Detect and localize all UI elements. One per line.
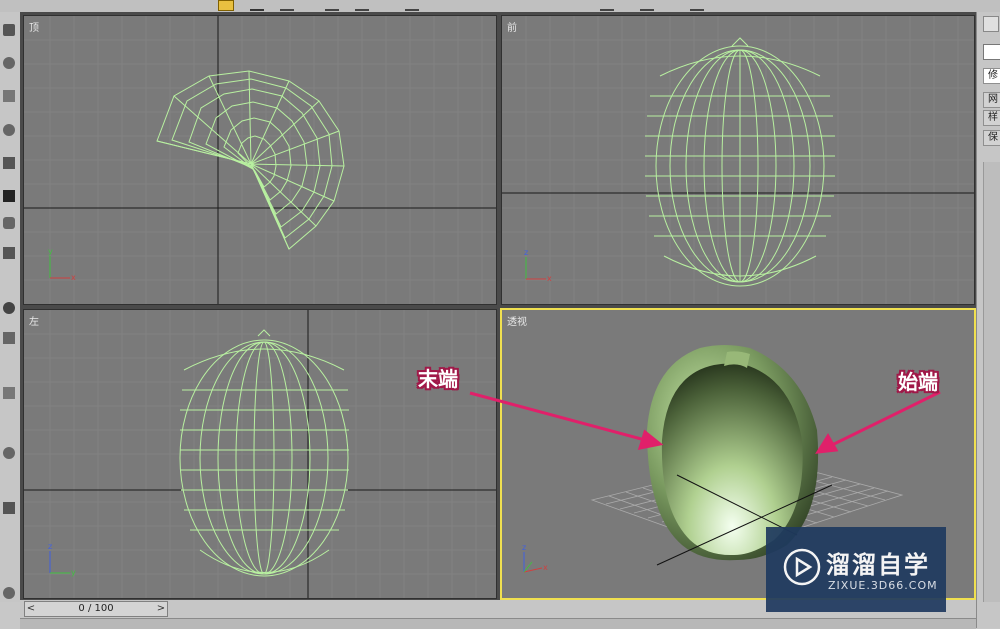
command-tab-0[interactable]: 修改	[983, 68, 1000, 84]
time-slider[interactable]: < 0 / 100 >	[24, 601, 168, 617]
start-annotation: 始端	[898, 370, 938, 394]
prev-frame-button[interactable]: <	[25, 602, 37, 616]
watermark-logo-icon	[783, 548, 821, 586]
command-tab-3[interactable]: 保	[983, 130, 1000, 146]
next-frame-button[interactable]: >	[155, 602, 167, 616]
end-annotation: 末端	[418, 367, 458, 391]
create-icon[interactable]	[983, 16, 999, 32]
frame-counter: 0 / 100	[78, 603, 114, 614]
name-field[interactable]	[983, 44, 1000, 60]
panel-scrollbar[interactable]	[983, 162, 1000, 602]
command-tab-1[interactable]: 网	[983, 92, 1000, 108]
track-bar[interactable]	[20, 618, 976, 629]
command-tab-2[interactable]: 样	[983, 110, 1000, 126]
watermark: 溜溜自学 ZIXUE.3D66.COM	[766, 527, 946, 612]
watermark-title: 溜溜自学	[826, 551, 930, 579]
watermark-url: ZIXUE.3D66.COM	[828, 579, 938, 592]
command-panel: 修改 网 样 保	[976, 12, 1000, 628]
